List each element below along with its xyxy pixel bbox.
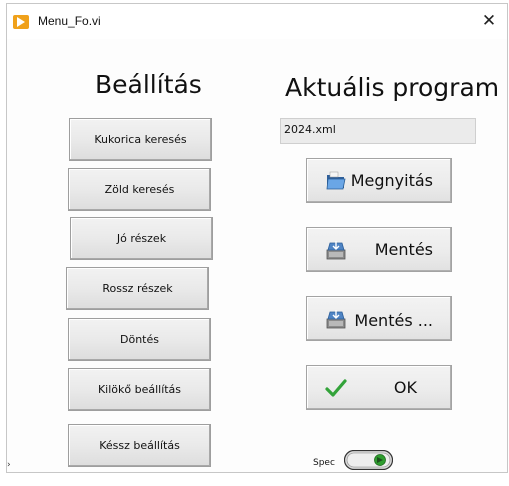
folder-open-icon (325, 170, 347, 192)
save-as-button[interactable]: Mentés ... (306, 296, 452, 341)
save-as-icon (325, 308, 347, 330)
decision-button[interactable]: Döntés (68, 318, 211, 361)
good-parts-button[interactable]: Jó részek (70, 217, 213, 260)
corn-search-button[interactable]: Kukorica keresés (69, 118, 212, 161)
settings-heading: Beállítás (95, 70, 202, 99)
open-button[interactable]: Megnyitás (306, 158, 452, 203)
save-button[interactable]: Mentés (306, 227, 452, 272)
save-button-label: Mentés (374, 240, 433, 259)
checkmark-icon (325, 377, 347, 399)
open-button-label: Megnyitás (350, 171, 433, 190)
save-as-button-label: Mentés ... (354, 311, 433, 330)
spec-toggle-switch[interactable] (343, 449, 394, 471)
title-bar: Menu_Fo.vi ✕ (7, 4, 507, 39)
spec-label: Spec (313, 458, 335, 468)
window-title: Menu_Fo.vi (38, 14, 101, 28)
green-search-button[interactable]: Zöld keresés (68, 168, 211, 211)
save-icon (325, 239, 347, 261)
ok-button-label: OK (393, 378, 417, 397)
knife-settings-button[interactable]: Késsz beállítás (68, 424, 211, 467)
labview-app-icon (13, 15, 29, 29)
current-program-heading: Aktuális program (285, 73, 500, 102)
ejector-settings-button[interactable]: Kilökő beállítás (68, 368, 211, 411)
current-program-field[interactable]: 2024.xml (280, 118, 476, 144)
window-edge-marker: › (7, 460, 11, 470)
labview-window: Menu_Fo.vi ✕ Beállítás Aktuális program … (7, 4, 507, 472)
ok-button[interactable]: OK (306, 365, 452, 410)
bad-parts-button[interactable]: Rossz részek (66, 267, 209, 310)
close-button[interactable]: ✕ (479, 11, 499, 31)
